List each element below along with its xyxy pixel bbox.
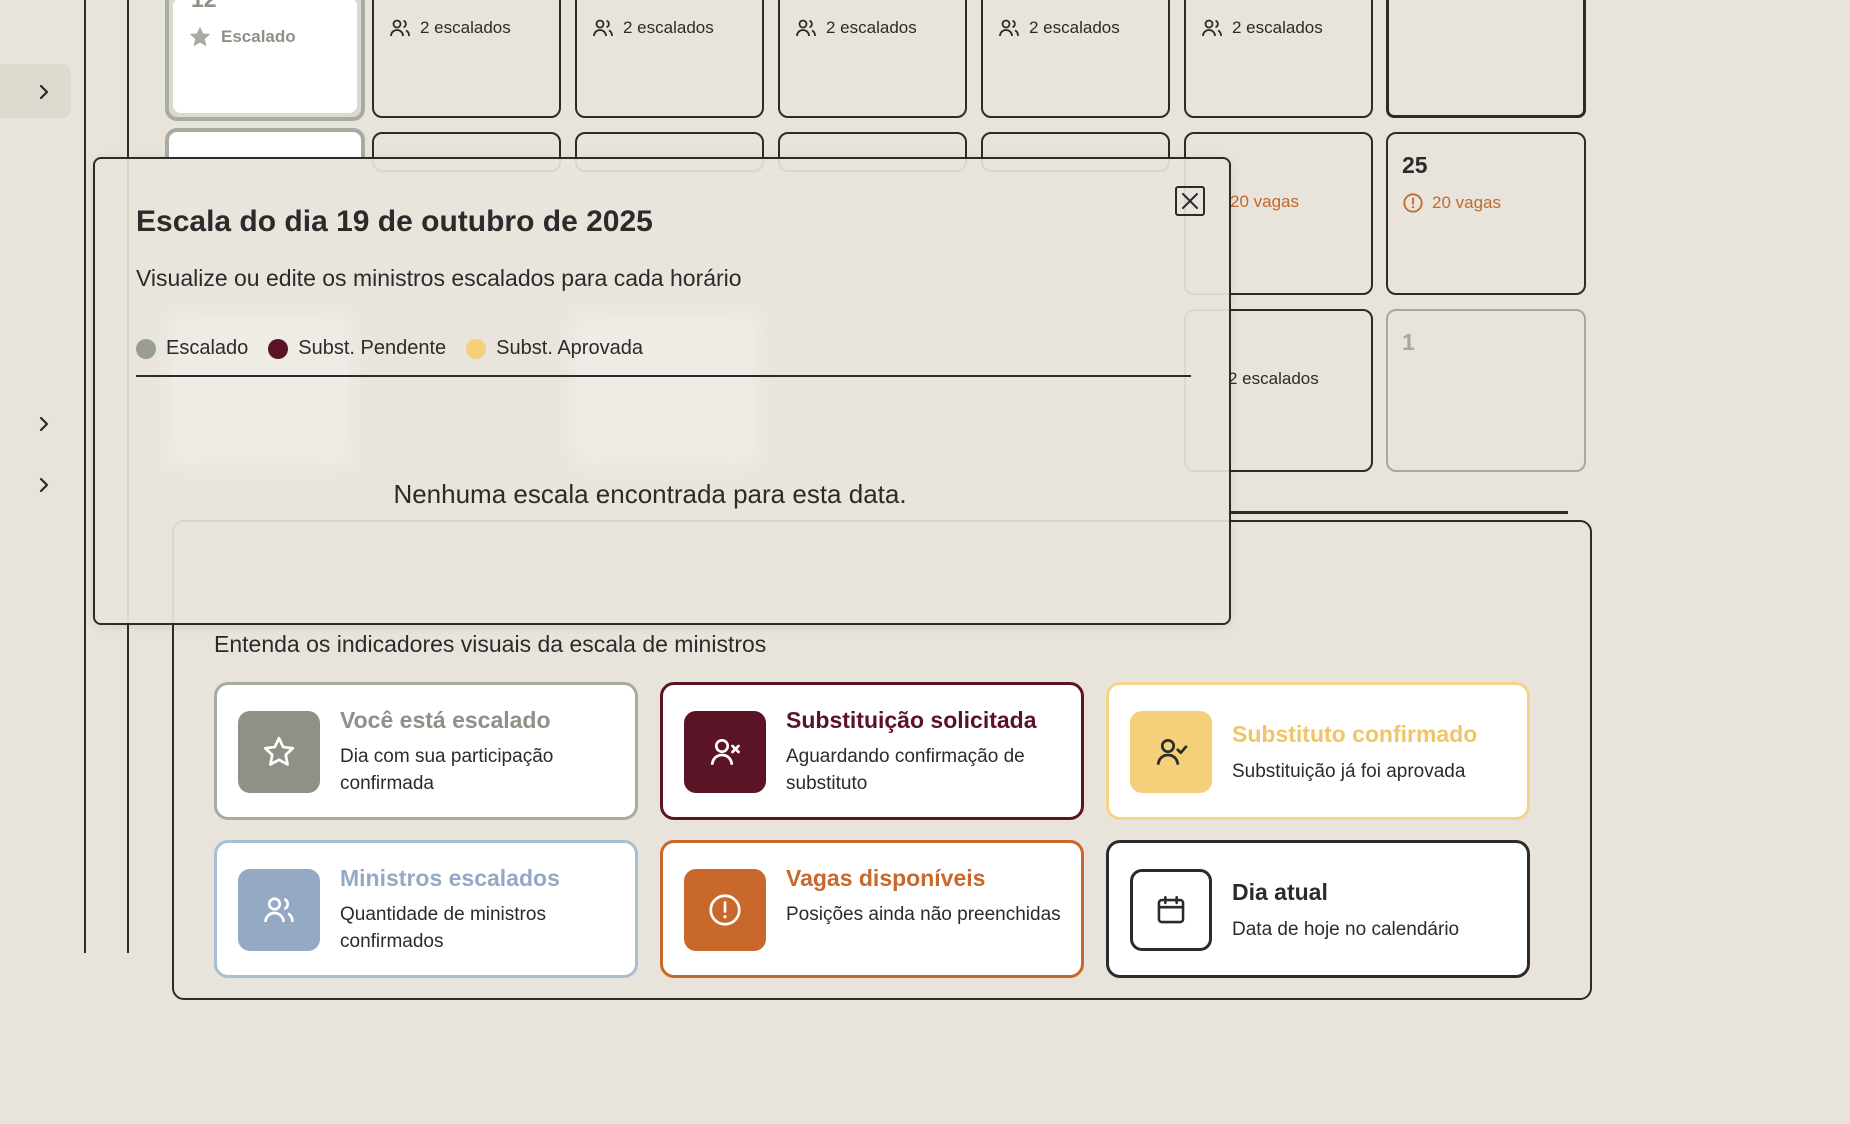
calendar-day[interactable]: 2 escalados (981, 0, 1170, 118)
users-icon (390, 19, 410, 37)
calendar-icon (1157, 895, 1185, 924)
close-icon (1182, 193, 1198, 209)
chevron-right-icon[interactable] (34, 475, 54, 495)
scheduled-label: Escalado (221, 27, 296, 46)
legend-dot (268, 338, 289, 359)
legend-label: Subst. Pendente (298, 337, 447, 359)
user-check-icon (1156, 738, 1188, 765)
legend-subtitle: Entenda os indicadores visuais da escala… (214, 631, 767, 657)
legend-card-desc: Substituição já foi aprovada (1232, 761, 1466, 782)
empty-state-message: Nenhuma escala encontrada para esta data… (393, 479, 907, 509)
legend-icon-box (238, 869, 320, 951)
legend-card-title: Substituição solicitada (786, 707, 1037, 733)
day-number: 12 (191, 0, 217, 13)
dialog-subtitle: Visualize ou edite os ministros escalado… (136, 265, 742, 291)
legend-card-title: Ministros escalados (340, 865, 560, 891)
calendar-day[interactable]: 2 escalados (1184, 0, 1373, 118)
legend-label: Subst. Aprovada (496, 337, 643, 359)
legend-item-pending: Subst. Pendente (268, 337, 446, 360)
users-icon (264, 897, 294, 923)
dialog-divider (136, 375, 1191, 377)
legend-card-title: Você está escalado (340, 707, 551, 733)
scheduled-count: 2 escalados (997, 16, 1120, 40)
legend-icon-box (1130, 711, 1212, 793)
scheduled-count-text: 2 escalados (826, 18, 917, 37)
legend-icon-box (684, 711, 766, 793)
legend-icon-box (1130, 869, 1212, 951)
blurred-backdrop (570, 309, 760, 469)
alert-circle-icon (1403, 193, 1423, 213)
close-button[interactable] (1175, 186, 1205, 216)
star-icon (263, 736, 295, 766)
vacancies-label: 20 vagas (1432, 193, 1501, 212)
legend-card-today: Dia atual Data de hoje no calendário (1106, 840, 1530, 978)
legend-icon-box (684, 869, 766, 951)
calendar-bottom-border (1228, 511, 1568, 514)
legend-card-substitute-confirmed: Substituto confirmado Substituição já fo… (1106, 682, 1530, 820)
legend-card-scheduled: Você está escalado Dia com sua participa… (214, 682, 638, 820)
chevron-right-icon[interactable] (34, 414, 54, 434)
legend-item-scheduled: Escalado (136, 337, 248, 360)
legend-icon-box (238, 711, 320, 793)
scheduled-count: 2 escalados (1200, 16, 1323, 40)
calendar-day[interactable]: 2 escalados (372, 0, 561, 118)
scheduled-count-text: 2 escalados (420, 18, 511, 37)
chevron-right-icon[interactable] (34, 82, 54, 102)
users-icon (999, 19, 1019, 37)
day-number: 25 (1402, 152, 1428, 178)
scheduled-count-text: 2 escalados (1029, 18, 1120, 37)
legend-card-title: Vagas disponíveis (786, 865, 986, 891)
users-icon (796, 19, 816, 37)
blurred-backdrop (165, 309, 355, 469)
legend-card-desc: Data de hoje no calendário (1232, 919, 1460, 940)
scheduled-count: 2 escalados (591, 16, 714, 40)
vacancies-indicator: 20 vagas (1402, 192, 1501, 214)
legend-card-ministers-scheduled: Ministros escalados Quantidade de minist… (214, 840, 638, 978)
scheduled-count-text: 2 escalados (1232, 18, 1323, 37)
legend-item-approved: Subst. Aprovada (466, 337, 643, 360)
calendar-day-25[interactable]: 25 20 vagas (1386, 132, 1586, 295)
calendar-day-1[interactable]: 1 (1386, 309, 1586, 472)
legend-card-desc: Quantidade de ministros confirmados (340, 904, 546, 952)
schedule-dialog: Escala do dia 19 de outubro de 2025 Visu… (93, 157, 1231, 625)
legend-label: Escalado (166, 337, 249, 359)
vacancies-label: 20 vagas (1230, 192, 1299, 211)
scheduled-count-text: 2 escalados (1228, 369, 1319, 388)
alert-circle-icon (709, 894, 741, 926)
dialog-title: Escala do dia 19 de outubro de 2025 (136, 205, 653, 238)
calendar-day[interactable]: 2 escalados (575, 0, 764, 118)
calendar-day[interactable]: 2 escalados (778, 0, 967, 118)
legend-card-title: Dia atual (1232, 879, 1328, 905)
day-number: 1 (1402, 329, 1415, 355)
legend-card-desc: Dia com sua participação confirmada (340, 746, 554, 794)
dialog-legend: Escalado Subst. Pendente Subst. Aprovada (136, 337, 643, 360)
legend-card-desc: Posições ainda não preenchidas (786, 904, 1061, 925)
legend-card-title: Substituto confirmado (1232, 721, 1478, 747)
star-icon (189, 26, 211, 47)
scheduled-count-text: 2 escalados (623, 18, 714, 37)
scheduled-count: 2 escalados (388, 16, 511, 40)
user-x-icon (710, 738, 740, 765)
scheduled-indicator: Escalado (187, 24, 296, 50)
users-icon (1202, 19, 1222, 37)
users-icon (593, 19, 613, 37)
calendar-day-12[interactable]: 12 Escalado (165, 0, 365, 121)
legend-dot (466, 338, 487, 359)
legend-card-desc: Aguardando confirmação de substituto (786, 746, 1025, 794)
calendar-day[interactable] (1386, 0, 1586, 118)
sidebar (0, 0, 86, 953)
legend-card-substitution-requested: Substituição solicitada Aguardando confi… (660, 682, 1084, 820)
calendar-day-19[interactable] (165, 128, 365, 158)
legend-dot (136, 338, 156, 359)
legend-card-vacancies: Vagas disponíveis Posições ainda não pre… (660, 840, 1084, 978)
scheduled-count: 2 escalados (794, 16, 917, 40)
